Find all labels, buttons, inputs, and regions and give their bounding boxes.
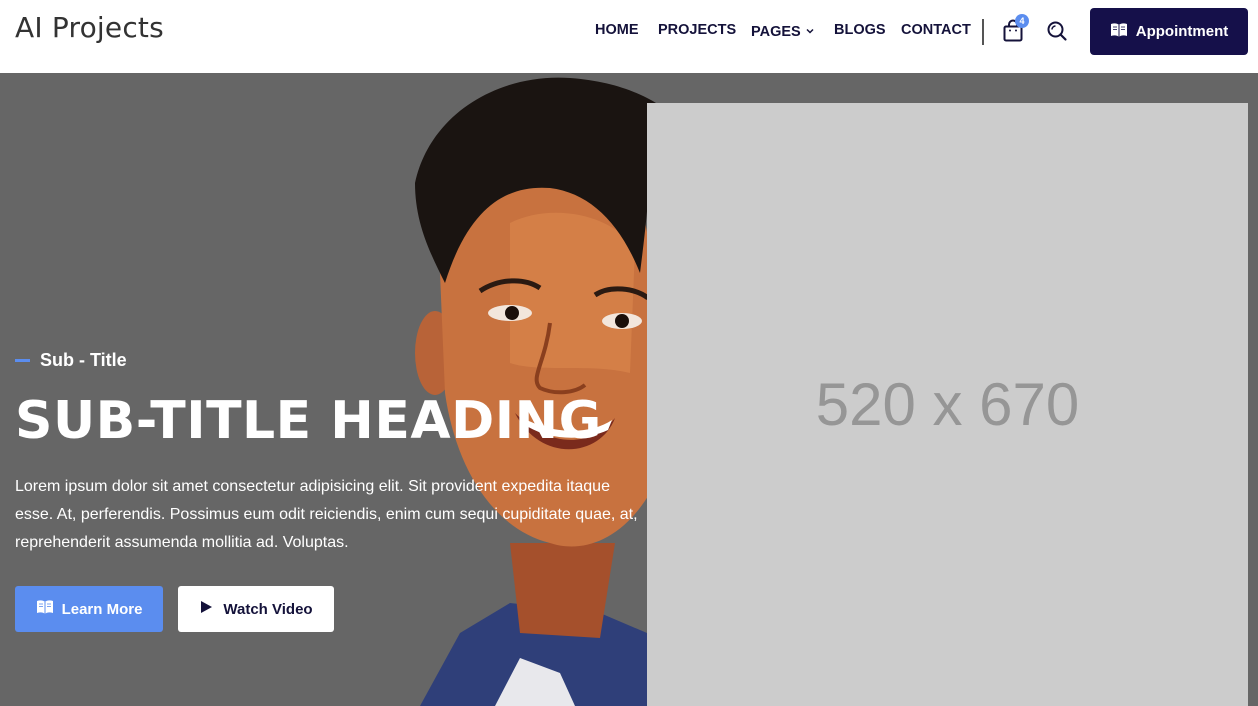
- hero-description: Lorem ipsum dolor sit amet consectetur a…: [15, 478, 638, 551]
- search-icon[interactable]: [1045, 19, 1069, 43]
- nav-home[interactable]: HOME: [595, 22, 639, 38]
- nav-contact[interactable]: CONTACT: [901, 22, 971, 38]
- site-header: AI Projects HOME PROJECTS PAGES BLOGS CO…: [0, 0, 1258, 73]
- appointment-button[interactable]: Appointment: [1090, 8, 1248, 55]
- brand-logo[interactable]: AI Projects: [15, 11, 164, 44]
- appointment-label: Appointment: [1135, 23, 1229, 40]
- book-icon: [1110, 22, 1128, 42]
- cart-count-badge: 4: [1015, 14, 1029, 28]
- nav-pages[interactable]: PAGES: [751, 24, 815, 40]
- watch-video-label: Watch Video: [223, 600, 313, 618]
- book-icon: [36, 599, 54, 619]
- nav-blogs[interactable]: BLOGS: [834, 22, 886, 38]
- nav-divider: [982, 19, 984, 45]
- hero-section: 520 x 670 Sub - Title SUB-TITLE HEADING …: [0, 73, 1258, 706]
- watch-video-button[interactable]: Watch Video: [178, 586, 334, 632]
- play-icon: [199, 600, 213, 618]
- nav-pages-label: PAGES: [751, 24, 801, 40]
- hero-heading: SUB-TITLE HEADING: [15, 391, 602, 451]
- placeholder-dimensions: 520 x 670: [815, 371, 1080, 438]
- subtitle-accent-bar: [15, 359, 30, 362]
- chevron-down-icon: [805, 24, 815, 40]
- learn-more-button[interactable]: Learn More: [15, 586, 163, 632]
- hero-subtitle-row: Sub - Title: [15, 350, 127, 371]
- hero-subtitle: Sub - Title: [40, 350, 127, 370]
- image-placeholder: 520 x 670: [647, 103, 1248, 706]
- nav-projects[interactable]: PROJECTS: [658, 22, 736, 38]
- learn-more-label: Learn More: [61, 600, 143, 618]
